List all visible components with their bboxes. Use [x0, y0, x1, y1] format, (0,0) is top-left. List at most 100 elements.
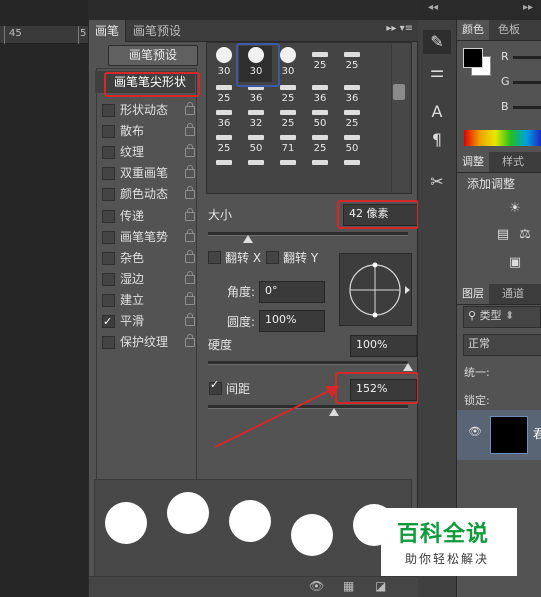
channel-g-slider[interactable] — [513, 81, 541, 84]
tab-brush[interactable]: 画笔 — [89, 20, 127, 42]
brush-tip-cell[interactable]: 36 — [304, 80, 336, 105]
size-slider-track[interactable] — [208, 232, 408, 236]
tab-styles[interactable]: 样式 — [497, 152, 529, 172]
lock-icon[interactable] — [185, 186, 195, 200]
brush-tip-cell[interactable]: 25 — [336, 105, 368, 130]
brush-option-item[interactable]: 形状动态 — [96, 100, 195, 121]
option-checkbox[interactable] — [102, 336, 115, 350]
brush-option-item[interactable]: 平滑 — [96, 311, 195, 332]
brush-grid-scrollbar[interactable] — [391, 44, 409, 192]
brush-tip-cell[interactable] — [272, 155, 304, 180]
brush-option-item[interactable]: 双重画笔 — [96, 163, 195, 184]
lock-icon[interactable] — [185, 144, 195, 158]
tab-swatches[interactable]: 色板 — [493, 20, 525, 40]
option-checkbox[interactable] — [102, 293, 115, 307]
lock-icon[interactable] — [185, 270, 195, 284]
hardness-slider-thumb[interactable] — [403, 363, 413, 371]
brush-grid-scroll-thumb[interactable] — [393, 84, 405, 100]
brush-tip-cell[interactable]: 32 — [240, 105, 272, 130]
brush-tip-cell[interactable] — [336, 155, 368, 180]
blend-mode-select[interactable]: 正常 — [463, 334, 541, 356]
brush-option-item[interactable]: 建立 — [96, 290, 195, 311]
hardness-slider-track[interactable] — [208, 361, 408, 365]
brush-tip-cell[interactable]: 25 — [272, 105, 304, 130]
flip-y-checkbox[interactable] — [266, 251, 279, 264]
lock-icon[interactable] — [185, 249, 195, 263]
lock-icon[interactable] — [185, 165, 195, 179]
tab-adjustments[interactable]: 调整 — [457, 152, 489, 172]
tool-presets-icon[interactable]: ✂ — [423, 170, 451, 194]
brightness-icon[interactable]: ☀ — [507, 202, 523, 216]
grid-view-icon[interactable]: ▦ — [343, 579, 354, 593]
brush-tip-cell[interactable]: 25 — [304, 47, 336, 72]
option-checkbox[interactable] — [102, 104, 115, 117]
option-checkbox[interactable] — [102, 230, 115, 244]
brush-presets-button[interactable]: 画笔预设 — [108, 45, 198, 66]
character-icon[interactable]: A — [423, 100, 451, 124]
brush-option-item[interactable]: 散布 — [96, 121, 195, 142]
brush-tip-cell[interactable]: 36 — [208, 105, 240, 130]
brush-panel-icon[interactable]: ✎ — [423, 30, 451, 54]
lock-icon[interactable] — [185, 228, 195, 242]
option-checkbox[interactable] — [102, 125, 115, 139]
lock-icon[interactable] — [185, 102, 195, 115]
brush-option-item[interactable]: 保护纹理 — [96, 332, 195, 353]
brush-tip-cell[interactable] — [208, 155, 240, 180]
brush-option-item[interactable]: 传递 — [96, 206, 195, 227]
new-brush-icon[interactable]: ◪ — [375, 579, 386, 593]
foreground-color-swatch[interactable] — [463, 48, 483, 68]
brush-tip-cell[interactable]: 25 — [208, 130, 240, 155]
option-label: 传递 — [120, 208, 145, 223]
size-slider-thumb[interactable] — [243, 235, 253, 243]
lock-icon[interactable] — [185, 313, 195, 326]
brush-tip-cell[interactable]: 50 — [240, 130, 272, 155]
brush-settings-icon[interactable]: ⚌ — [423, 60, 451, 84]
gradient-map-icon[interactable]: ▣ — [507, 256, 523, 270]
brush-tip-cell[interactable]: 50 — [336, 130, 368, 155]
brush-option-item[interactable]: 画笔笔势 — [96, 227, 195, 248]
option-checkbox[interactable] — [102, 311, 115, 332]
brush-tip-cell[interactable]: 36 — [336, 80, 368, 105]
toggle-preview-icon[interactable]: 👁 — [309, 579, 324, 593]
eye-icon[interactable]: 👁 — [468, 425, 482, 438]
brush-option-item[interactable]: 颜色动态 — [96, 184, 195, 205]
document-canvas-area[interactable] — [0, 0, 88, 597]
layer-name: 君 — [533, 427, 541, 441]
option-checkbox[interactable] — [102, 167, 115, 181]
roundness-input[interactable]: 100% — [259, 310, 325, 332]
lock-icon[interactable] — [185, 334, 195, 348]
tab-channels[interactable]: 通道 — [497, 284, 529, 304]
tab-color[interactable]: 颜色 — [457, 20, 489, 40]
brush-tip-cell[interactable] — [240, 155, 272, 180]
angle-roundness-widget[interactable] — [339, 253, 412, 326]
panel-menu-icon[interactable]: ▸▸ ▾≡ — [385, 23, 413, 39]
angle-input[interactable]: 0° — [259, 281, 325, 303]
brush-tip-cell[interactable]: 25 — [336, 47, 368, 72]
channel-r-slider[interactable] — [513, 56, 541, 59]
brush-tip-cell[interactable]: 25 — [304, 130, 336, 155]
brush-option-item[interactable]: 杂色 — [96, 248, 195, 269]
option-checkbox[interactable] — [102, 146, 115, 160]
curves-icon[interactable]: ▤ — [495, 228, 511, 242]
brush-tip-cell[interactable]: 71 — [272, 130, 304, 155]
option-checkbox[interactable] — [102, 251, 115, 265]
brush-tip-cell[interactable] — [304, 155, 336, 180]
lock-icon[interactable] — [185, 291, 195, 305]
hardness-input[interactable]: 100% — [350, 335, 417, 357]
tab-brush-presets[interactable]: 画笔预设 — [127, 20, 187, 42]
channel-b-slider[interactable] — [513, 106, 541, 109]
layer-kind-filter[interactable]: ⚲ 类型 ⬍ — [463, 306, 541, 328]
option-checkbox[interactable] — [102, 272, 115, 286]
brush-option-item[interactable]: 湿边 — [96, 269, 195, 290]
paragraph-icon[interactable]: ¶ — [423, 128, 451, 152]
lock-icon[interactable] — [185, 123, 195, 137]
option-checkbox[interactable] — [102, 209, 115, 223]
brush-option-item[interactable]: 纹理 — [96, 142, 195, 163]
option-checkbox[interactable] — [102, 188, 115, 202]
lock-icon[interactable] — [185, 207, 195, 221]
brush-tip-cell[interactable]: 50 — [304, 105, 336, 130]
tab-layers[interactable]: 图层 — [457, 284, 489, 304]
flip-x-checkbox[interactable] — [208, 251, 221, 264]
color-spectrum-bar[interactable] — [464, 130, 541, 146]
balance-icon[interactable]: ⚖ — [517, 228, 533, 242]
